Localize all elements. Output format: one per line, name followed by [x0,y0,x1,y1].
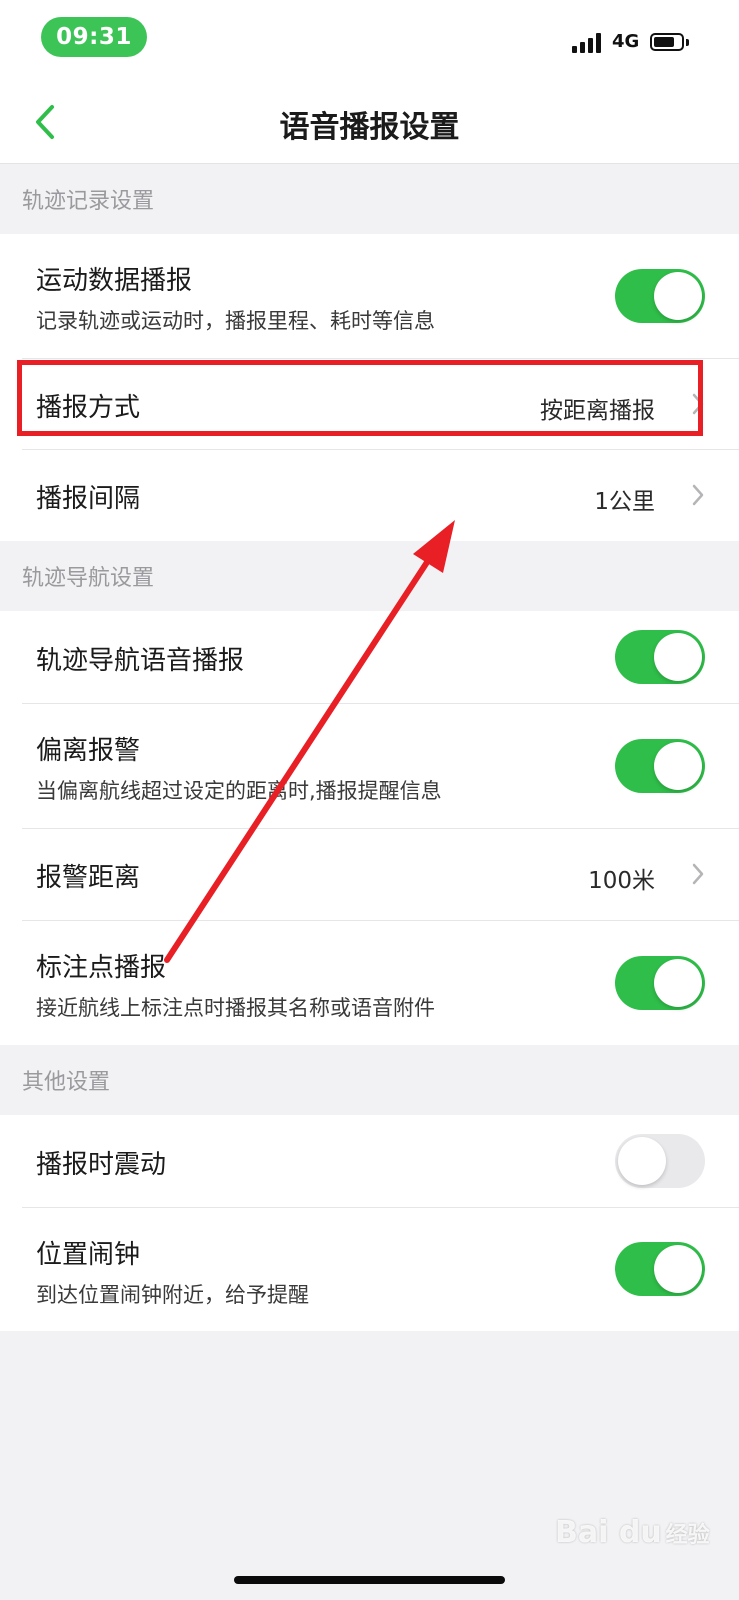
row-alarm-distance[interactable]: 报警距离 100米 [0,828,739,920]
battery-icon [650,33,690,53]
row-desc: 当偏离航线超过设定的距离时,播报提醒信息 [36,779,442,803]
deviation-alarm-toggle[interactable] [615,739,705,793]
row-value: 100米 [588,868,655,894]
row-broadcast-mode[interactable]: 播报方式 按距离播报 [0,358,739,449]
row-label: 位置闹钟 [36,1240,141,1270]
row-deviation-alarm: 偏离报警 当偏离航线超过设定的距离时,播报提醒信息 [0,703,739,828]
group-track-navigation: 轨迹导航语音播报 偏离报警 当偏离航线超过设定的距离时,播报提醒信息 报警距离 … [0,611,739,1045]
home-indicator[interactable] [234,1576,505,1584]
group-other: 播报时震动 位置闹钟 到达位置闹钟附近，给予提醒 [0,1115,739,1331]
row-label: 轨迹导航语音播报 [36,646,245,676]
nav-bar: 语音播报设置 [0,80,739,164]
row-desc: 接近航线上标注点时播报其名称或语音附件 [36,996,435,1020]
row-sport-data-broadcast: 运动数据播报 记录轨迹或运动时，播报里程、耗时等信息 [0,234,739,358]
sport-data-broadcast-toggle[interactable] [615,269,705,323]
row-label: 播报间隔 [36,484,141,514]
row-value: 按距离播报 [540,398,655,424]
row-vibrate-on-broadcast: 播报时震动 [0,1115,739,1207]
group-track-record: 运动数据播报 记录轨迹或运动时，播报里程、耗时等信息 播报方式 按距离播报 播报… [0,234,739,541]
status-time: 09:31 [41,17,147,57]
row-desc: 记录轨迹或运动时，播报里程、耗时等信息 [36,309,435,333]
section-header-other: 其他设置 [0,1045,739,1115]
row-label: 运动数据播报 [36,266,193,296]
watermark-suffix: 经验 [665,1523,710,1548]
status-bar: 09:31 4G [0,0,739,80]
marker-broadcast-toggle[interactable] [615,956,705,1010]
row-label: 播报时震动 [36,1150,167,1180]
section-header-track-navigation: 轨迹导航设置 [0,541,739,611]
row-label: 偏离报警 [36,736,141,766]
cellular-signal-icon [572,33,602,53]
watermark-brand: Bai du [555,1515,662,1550]
row-label: 标注点播报 [36,953,167,983]
nav-voice-broadcast-toggle[interactable] [615,630,705,684]
page-title: 语音播报设置 [279,110,460,145]
row-desc: 到达位置闹钟附近，给予提醒 [36,1283,309,1307]
row-location-alarm: 位置闹钟 到达位置闹钟附近，给予提醒 [0,1207,739,1331]
row-marker-broadcast: 标注点播报 接近航线上标注点时播报其名称或语音附件 [0,920,739,1045]
row-broadcast-interval[interactable]: 播报间隔 1公里 [0,449,739,541]
vibrate-on-broadcast-toggle[interactable] [615,1134,705,1188]
row-label: 报警距离 [36,863,141,893]
row-value: 1公里 [594,489,655,515]
location-alarm-toggle[interactable] [615,1242,705,1296]
row-nav-voice-broadcast: 轨迹导航语音播报 [0,611,739,703]
section-header-track-record: 轨迹记录设置 [0,164,739,234]
chevron-right-icon [692,484,704,506]
chevron-right-icon [692,863,704,885]
baidu-watermark-logo: Bai du 经验 [555,1515,710,1550]
chevron-right-icon [692,393,704,415]
network-type: 4G [612,31,640,52]
row-label: 播报方式 [36,393,141,423]
